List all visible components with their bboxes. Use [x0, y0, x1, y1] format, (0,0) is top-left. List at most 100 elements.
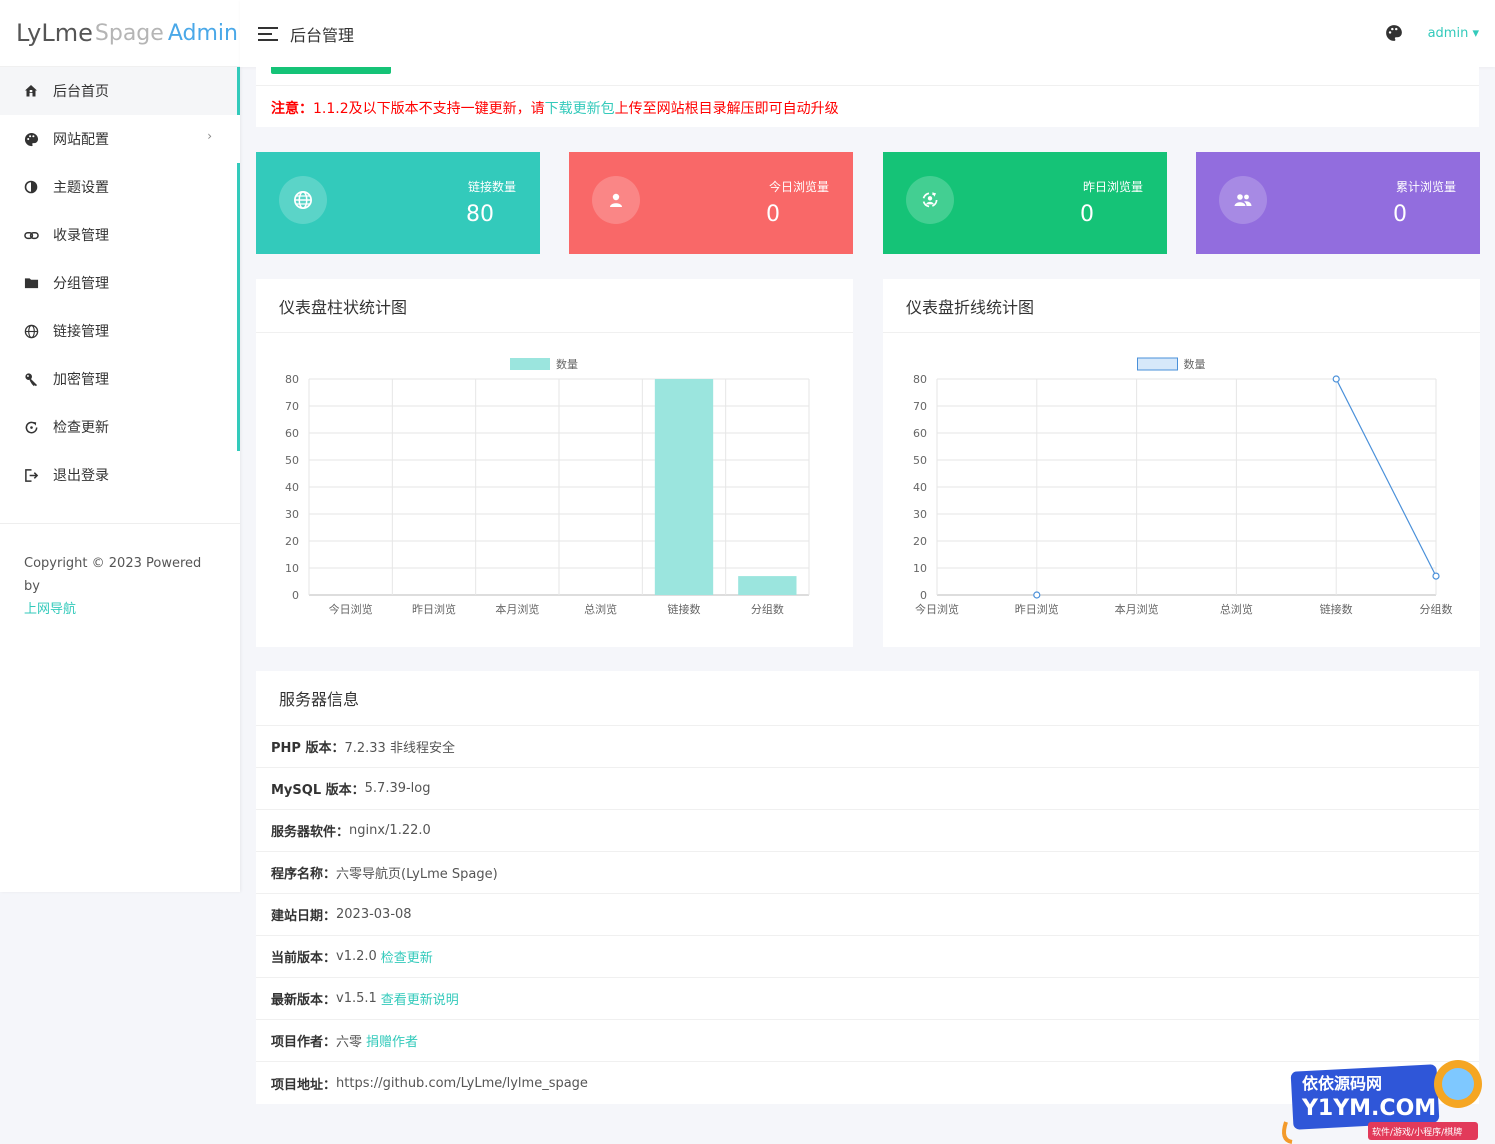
- x-tick-label: 分组数: [751, 602, 784, 616]
- legend-label: 数量: [556, 358, 578, 371]
- brand-logo[interactable]: LyLme Spage Admin: [0, 0, 240, 67]
- sidebar-item-collect[interactable]: 收录管理: [0, 211, 240, 259]
- update-button[interactable]: [271, 67, 391, 74]
- server-info-link[interactable]: 捐赠作者: [366, 1031, 418, 1050]
- stat-value: 80: [466, 202, 494, 227]
- stat-value: 0: [766, 202, 780, 227]
- user-name: admin: [1427, 26, 1469, 41]
- y-tick-label: 70: [285, 400, 299, 413]
- y-tick-label: 50: [285, 454, 299, 467]
- sidebar-item-label: 加密管理: [53, 372, 109, 388]
- bar: [654, 379, 714, 595]
- watermark-swirl: [1282, 1121, 1293, 1144]
- palette-icon: [22, 130, 40, 148]
- home-icon: [22, 82, 40, 100]
- line-chart-card: 仪表盘折线统计图 0 10 20 30 40 50 60 70 80 今日浏览 昨日浏览 本月浏览 总浏…: [883, 279, 1480, 647]
- sidebar-item-label: 主题设置: [53, 180, 109, 196]
- server-info-row: 最新版本： v1.5.1 查看更新说明: [256, 978, 1479, 1020]
- server-info-link[interactable]: 检查更新: [381, 947, 433, 966]
- sidebar-item-site-config[interactable]: 网站配置 ›: [0, 115, 240, 163]
- server-info-value: 六零: [336, 1035, 363, 1050]
- sidebar-item-links[interactable]: 链接管理: [0, 307, 240, 355]
- top-header: 后台管理 admin ▾: [240, 0, 1495, 67]
- server-info-key: MySQL 版本：: [271, 783, 365, 798]
- palette-icon[interactable]: [1385, 24, 1403, 46]
- globe-icon: [279, 176, 327, 224]
- brand-part-3: Admin: [167, 20, 238, 46]
- server-info-row: 程序名称： 六零导航页(LyLme Spage): [256, 852, 1479, 894]
- folder-icon: [22, 274, 40, 292]
- notice-text-2: 上传至网站根目录解压即可自动升级: [614, 101, 839, 117]
- bar-chart-card: 仪表盘柱状统计图 0 10 20 30 40 50 60 70 80 今日浏览 昨日浏览 本月浏览 总浏…: [256, 279, 853, 647]
- y-tick-label: 80: [913, 373, 927, 386]
- server-info-row: 建站日期： 2023-03-08: [256, 894, 1479, 936]
- stat-label: 累计浏览量: [1395, 180, 1456, 194]
- link-icon: [22, 226, 40, 244]
- y-tick-label: 20: [913, 535, 927, 548]
- sidebar-item-label: 退出登录: [53, 468, 109, 484]
- active-indicator: [237, 67, 240, 115]
- sidebar-item-label: 分组管理: [53, 276, 109, 292]
- stat-card-yesterday: 昨日浏览量 0: [883, 152, 1167, 254]
- bar-chart: 0 10 20 30 40 50 60 70 80 今日浏览 昨日浏览 本月浏览 总浏览 链接数 分组数 数量: [285, 358, 810, 616]
- server-info-value: https://github.com/LyLme/lylme_spage: [336, 1075, 588, 1091]
- sidebar-item-label: 检查更新: [53, 420, 109, 436]
- download-update-link[interactable]: 下载更新包: [545, 101, 615, 117]
- sidebar-item-encrypt[interactable]: 加密管理: [0, 355, 240, 403]
- server-info-value: 六零导航页(LyLme Spage): [336, 867, 498, 882]
- magnifier-icon: [1442, 1068, 1474, 1100]
- server-info-link[interactable]: 查看更新说明: [381, 989, 459, 1008]
- site-watermark: 依依源码网 Y1YM.COM 软件/游戏/小程序/棋牌: [1282, 1060, 1482, 1144]
- server-info-row: 当前版本： v1.2.0 检查更新: [256, 936, 1479, 978]
- server-info-key: 项目地址：: [271, 1077, 337, 1093]
- stat-value: 0: [1393, 202, 1407, 227]
- server-info-row: MySQL 版本： 5.7.39-log: [256, 768, 1479, 810]
- y-tick-label: 10: [285, 562, 299, 575]
- server-info-value: v1.5.1: [336, 991, 377, 1006]
- refresh-icon: [22, 418, 40, 436]
- sidebar-item-groups[interactable]: 分组管理: [0, 259, 240, 307]
- user-menu[interactable]: admin ▾: [1428, 26, 1479, 41]
- stat-label: 链接数量: [467, 180, 516, 194]
- copyright-text: Copyright © 2023 Powered by: [24, 556, 202, 594]
- user-icon: [592, 176, 640, 224]
- stat-value: 0: [1080, 202, 1094, 227]
- server-info-key: 程序名称：: [271, 867, 337, 882]
- legend-label: 数量: [1184, 358, 1206, 371]
- y-tick-label: 30: [913, 508, 927, 521]
- notice-prefix: 注意：: [271, 101, 313, 117]
- stat-label: 昨日浏览量: [1082, 180, 1143, 194]
- server-info-key: 当前版本：: [271, 951, 337, 966]
- x-tick-label: 昨日浏览: [1015, 602, 1059, 616]
- sidebar-copyright: Copyright © 2023 Powered by 上网导航: [0, 524, 240, 649]
- y-tick-label: 10: [913, 562, 927, 575]
- x-tick-label: 本月浏览: [495, 602, 539, 616]
- menu-toggle-icon[interactable]: [258, 26, 278, 41]
- data-point: [1033, 591, 1041, 599]
- copyright-link[interactable]: 上网导航: [24, 598, 216, 621]
- server-info-key: 项目作者：: [271, 1035, 337, 1050]
- line-chart-title: 仪表盘折线统计图: [883, 279, 1480, 333]
- x-tick-label: 总浏览: [584, 602, 617, 616]
- bar-chart-title: 仪表盘柱状统计图: [256, 279, 853, 333]
- sidebar-item-logout[interactable]: 退出登录: [0, 451, 240, 499]
- sidebar-item-theme[interactable]: 主题设置: [0, 163, 240, 211]
- brand-part-2: Spage: [94, 20, 164, 46]
- line-chart: 0 10 20 30 40 50 60 70 80 今日浏览 昨日浏览 本月浏览 总浏览 链接数 分组数 数量: [913, 357, 1453, 616]
- sidebar-item-home[interactable]: 后台首页: [0, 67, 240, 115]
- brand-part-1: LyLme: [16, 19, 93, 47]
- page-title: 后台管理: [290, 25, 355, 45]
- legend-swatch: [510, 358, 550, 370]
- server-info-row: 服务器软件： nginx/1.22.0: [256, 810, 1479, 852]
- x-tick-label: 总浏览: [1220, 602, 1253, 616]
- sidebar: LyLme Spage Admin 后台首页 网站配置 › 主题设置 收录管理 …: [0, 0, 240, 892]
- users-icon: [1219, 176, 1267, 224]
- sidebar-item-update[interactable]: 检查更新: [0, 403, 240, 451]
- stat-card-links: 链接数量 80: [256, 152, 540, 254]
- stat-card-total: 累计浏览量 0: [1196, 152, 1480, 254]
- server-info-value: 7.2.33 非线程安全: [344, 741, 455, 756]
- caret-down-icon: ▾: [1472, 26, 1479, 41]
- x-tick-label: 链接数: [668, 602, 701, 616]
- logout-icon: [22, 466, 40, 484]
- contrast-icon: [22, 178, 40, 196]
